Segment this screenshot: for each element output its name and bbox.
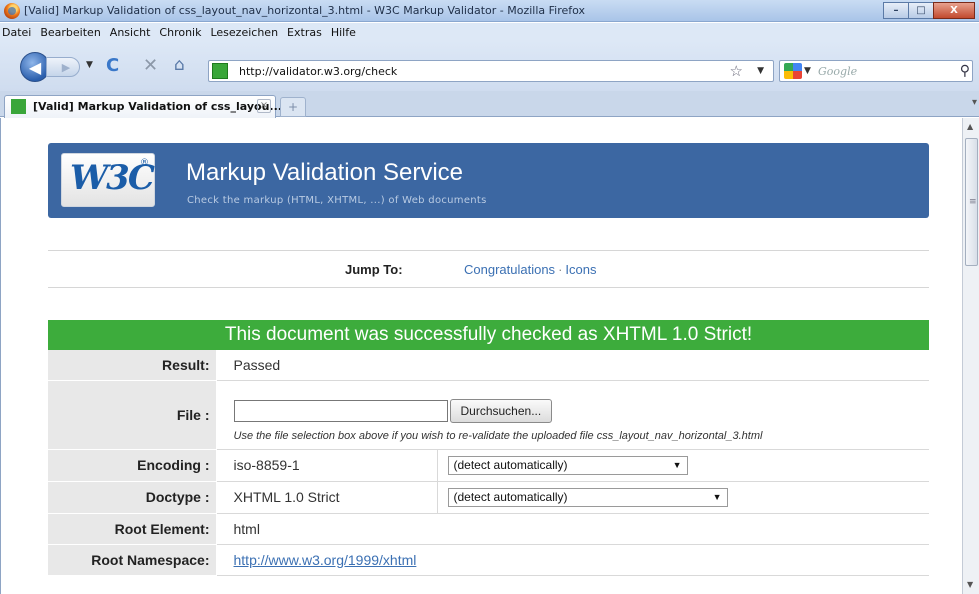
minimize-button[interactable]: – <box>883 2 909 19</box>
jump-link-congratulations[interactable]: Congratulations <box>464 262 555 277</box>
url-bar[interactable]: http://validator.w3.org/check ☆ ▼ <box>208 60 774 82</box>
file-hint: Use the file selection box above if you … <box>233 429 763 442</box>
firefox-logo-icon <box>4 3 20 19</box>
table-row-file: File : Durchsuchen... Use the file selec… <box>48 380 929 450</box>
scroll-grip-icon: ≡ <box>969 197 977 207</box>
home-icon[interactable]: ⌂ <box>174 55 185 75</box>
jump-link-icons[interactable]: Icons <box>565 262 596 277</box>
encoding-select-arrow-icon[interactable]: ▼ <box>673 457 682 474</box>
menu-bearbeiten[interactable]: Bearbeiten <box>40 26 100 39</box>
search-icon[interactable]: ⚲ <box>960 63 970 79</box>
table-row-encoding: Encoding : iso-8859-1 (detect automatica… <box>48 449 930 482</box>
jump-separator: · <box>558 262 563 277</box>
result-table: Result: Passed File : Durchsuchen... Use… <box>48 350 929 576</box>
encoding-value: iso-8859-1 <box>217 449 438 481</box>
menubar: Datei Bearbeiten Ansicht Chronik Lesezei… <box>0 23 979 41</box>
doctype-split: XHTML 1.0 Strict (detect automatically) … <box>217 481 930 513</box>
search-bar[interactable]: ▼ Google ⚲ <box>779 60 973 82</box>
result-heading: This document was successfully checked a… <box>48 320 929 350</box>
site-favicon-icon <box>212 63 228 79</box>
tab-label: [Valid] Markup Validation of css_layou..… <box>33 100 282 113</box>
vertical-scrollbar[interactable]: ▲ ≡ ▼ <box>962 118 979 594</box>
root-element-value: html <box>216 513 929 545</box>
url-dropdown-icon[interactable]: ▼ <box>757 66 764 76</box>
encoding-split: iso-8859-1 (detect automatically) ▼ <box>217 449 930 481</box>
file-label: File : <box>48 380 217 450</box>
result-label: Result: <box>48 350 217 381</box>
menu-chronik[interactable]: Chronik <box>159 26 201 39</box>
bookmark-star-icon[interactable]: ☆ <box>730 62 743 80</box>
url-text[interactable]: http://validator.w3.org/check <box>239 65 397 78</box>
scroll-thumb[interactable]: ≡ <box>965 138 978 266</box>
doctype-value: XHTML 1.0 Strict <box>217 481 438 513</box>
menu-datei[interactable]: Datei <box>2 26 31 39</box>
doctype-label: Doctype : <box>48 481 217 514</box>
menu-lesezeichen[interactable]: Lesezeichen <box>210 26 278 39</box>
jump-to-label: Jump To: <box>345 262 403 277</box>
service-title[interactable]: Markup Validation Service <box>186 159 463 187</box>
scroll-down-icon[interactable]: ▼ <box>967 580 973 589</box>
w3c-logo[interactable]: W3C ® <box>61 153 155 207</box>
window-title: [Valid] Markup Validation of css_layout_… <box>24 4 586 17</box>
divider-top <box>48 250 929 251</box>
service-subtitle: Check the markup (HTML, XHTML, ...) of W… <box>187 195 487 206</box>
table-row-root-namespace: Root Namespace: http://www.w3.org/1999/x… <box>48 544 929 576</box>
root-namespace-cell: http://www.w3.org/1999/xhtml <box>216 544 929 576</box>
search-engine-dropdown-icon[interactable]: ▼ <box>804 66 811 76</box>
forward-button[interactable]: ▶ <box>46 57 80 77</box>
search-input[interactable]: Google <box>818 65 857 78</box>
tab-validator[interactable]: [Valid] Markup Validation of css_layou..… <box>4 95 282 119</box>
menu-hilfe[interactable]: Hilfe <box>331 26 356 39</box>
encoding-label: Encoding : <box>48 449 217 482</box>
new-tab-button[interactable]: + <box>280 97 306 117</box>
google-search-engine-icon[interactable] <box>784 63 802 79</box>
table-row-root-element: Root Element: html <box>48 513 929 545</box>
window-controls: – □ X <box>883 2 975 19</box>
encoding-select[interactable]: (detect automatically) ▼ <box>447 455 688 475</box>
reload-icon[interactable]: C <box>106 55 119 76</box>
tab-favicon-icon <box>11 99 26 114</box>
doctype-cell: XHTML 1.0 Strict (detect automatically) … <box>216 481 930 514</box>
registered-mark: ® <box>140 158 149 168</box>
stop-icon[interactable]: ✕ <box>143 55 158 76</box>
jump-links: Congratulations · Icons <box>464 262 596 277</box>
doctype-select-value: (detect automatically) <box>453 489 568 504</box>
maximize-button[interactable]: □ <box>908 2 934 19</box>
root-element-label: Root Element: <box>48 513 217 545</box>
menu-ansicht[interactable]: Ansicht <box>110 26 151 39</box>
divider-bottom <box>48 287 929 288</box>
encoding-select-value: (detect automatically) <box>453 457 568 472</box>
tab-list-dropdown-icon[interactable]: ▾ <box>972 97 977 108</box>
window-titlebar: [Valid] Markup Validation of css_layout_… <box>0 0 979 22</box>
tab-close-icon[interactable]: × <box>257 99 271 113</box>
result-value: Passed <box>216 350 929 381</box>
root-namespace-link[interactable]: http://www.w3.org/1999/xhtml <box>234 552 417 568</box>
scroll-up-icon[interactable]: ▲ <box>967 122 973 131</box>
root-namespace-label: Root Namespace: <box>48 544 217 576</box>
history-dropdown-icon[interactable]: ▼ <box>86 60 93 70</box>
menu-extras[interactable]: Extras <box>287 26 322 39</box>
table-row-result: Result: Passed <box>48 350 929 381</box>
w3c-banner: W3C ® Markup Validation Service Check th… <box>48 143 929 218</box>
doctype-select-arrow-icon[interactable]: ▼ <box>713 489 722 506</box>
encoding-cell: iso-8859-1 (detect automatically) ▼ <box>216 449 930 482</box>
browse-button[interactable]: Durchsuchen... <box>449 398 553 423</box>
file-path-input[interactable] <box>233 399 448 422</box>
doctype-select[interactable]: (detect automatically) ▼ <box>447 487 728 507</box>
close-button[interactable]: X <box>933 2 975 19</box>
table-row-doctype: Doctype : XHTML 1.0 Strict (detect autom… <box>48 481 930 514</box>
file-cell: Durchsuchen... Use the file selection bo… <box>216 380 929 450</box>
